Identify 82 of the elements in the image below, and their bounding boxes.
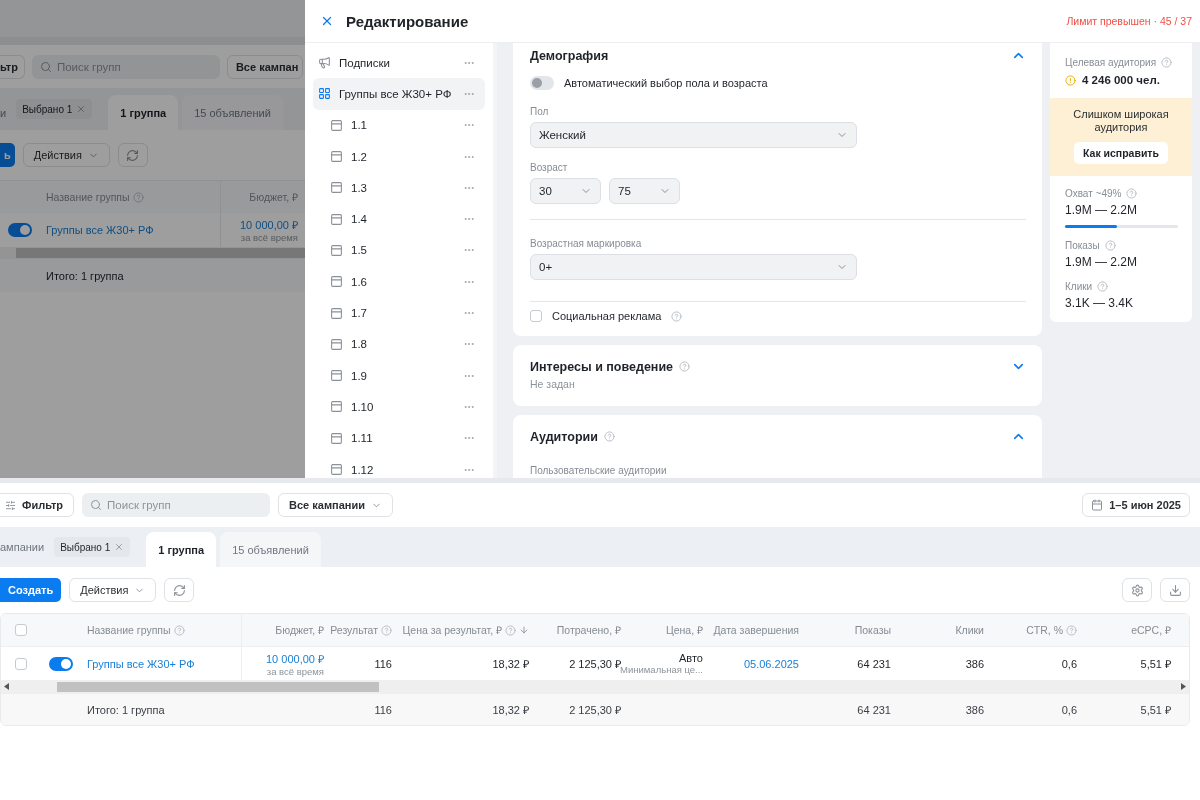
actions-button[interactable]: Действия — [69, 578, 157, 602]
gender-select[interactable]: Женский — [530, 122, 857, 148]
forecast-title: Целевая аудитория — [1065, 57, 1157, 68]
tree-item[interactable]: 1.11 — [313, 422, 485, 454]
fix-button[interactable]: Как исправить — [1074, 142, 1168, 165]
search-field[interactable]: Поиск групп — [31, 54, 220, 79]
section-title: Демография — [530, 48, 609, 63]
tree-item[interactable]: 1.12 — [313, 453, 485, 478]
tree-item[interactable]: 1.2 — [313, 140, 485, 173]
tree-item[interactable]: 1.8 — [313, 328, 485, 360]
filter-button[interactable]: ьтр — [0, 54, 25, 79]
tree-item[interactable]: 1.3 — [313, 172, 485, 204]
table-cell: 116 — [374, 657, 392, 670]
tree-item[interactable]: 1.5 — [313, 234, 485, 267]
chip-label: Выбрано 1 — [60, 541, 111, 553]
table-cell: 386 — [965, 657, 984, 670]
table-cell-text: 18,32 ₽ — [492, 657, 529, 671]
campaign-select[interactable]: Все кампан — [226, 54, 304, 79]
panel-title: Редактирование — [346, 12, 470, 30]
subsection-label: Пользовательские аудитории — [530, 465, 667, 476]
table-cell: 64 231 — [857, 657, 891, 670]
column-header[interactable]: CTR, % — [991, 624, 1084, 636]
cell-note: за всё время — [240, 232, 298, 243]
tab[interactable]: 1 группа — [146, 532, 217, 567]
search-field[interactable]: Поиск групп — [82, 493, 271, 517]
field-label: Пол — [530, 106, 550, 117]
limit-warning: Лимит превышен · 45 / 37 — [1066, 15, 1192, 27]
tree-item[interactable]: 1.4 — [313, 203, 485, 235]
group-name-link[interactable]: Группы все Ж30+ РФ — [87, 657, 195, 670]
cell-note: за всё время — [266, 665, 324, 677]
age-to-select[interactable]: 75 — [609, 178, 680, 204]
total-cell-text: 2 125,30 ₽ — [569, 703, 621, 717]
total-cell-text: 5,51 ₽ — [1140, 703, 1171, 717]
filter-button[interactable]: Фильтр — [0, 493, 75, 517]
cell-link[interactable]: 05.06.2025 — [743, 657, 799, 670]
cell-note: Минимальная це... — [620, 664, 703, 675]
tree-item[interactable]: Подписки — [313, 47, 485, 79]
age-marking-select[interactable]: 0+ — [530, 254, 857, 280]
campaign-select[interactable]: Все кампании — [278, 493, 393, 517]
table-cell-text: 2 125,30 ₽ — [569, 657, 621, 670]
total-cell: 64 231 — [857, 703, 891, 716]
tab[interactable]: 1 группа — [108, 95, 179, 130]
cell-link[interactable]: 10 000,00 ₽ — [266, 650, 324, 666]
tree-item[interactable]: 1.1 — [313, 109, 485, 141]
tree-item[interactable]: 1.7 — [313, 297, 485, 329]
total-cell-text: 18,32 ₽ — [492, 703, 529, 717]
section-title: Интересы и поведение — [530, 359, 674, 374]
audience-size: 4 246 000 чел. — [1082, 74, 1160, 86]
age-from-select[interactable]: 30 — [530, 178, 601, 204]
column-header: Название группы — [40, 191, 220, 203]
total-cell: 0,6 — [1061, 703, 1077, 716]
metric-value: 3.1K — 3.4K — [1065, 296, 1135, 311]
tab[interactable]: 15 объявлений — [220, 532, 321, 567]
total-cell: 116 — [374, 703, 392, 716]
warning-text: Слишком широкая аудитория — [1072, 108, 1170, 135]
metric-value: 1.9M — 2.2M — [1065, 203, 1139, 218]
table-cell: Авто — [679, 652, 703, 664]
field-label: Возрастная маркировка — [530, 238, 643, 249]
table-cell-text: 5,51 ₽ — [1140, 657, 1171, 671]
field-label: Возраст — [530, 162, 569, 173]
tree-item[interactable]: 1.10 — [313, 391, 485, 423]
total-label: Итого: 1 группа — [87, 703, 165, 716]
total-label: Итого: 1 группа — [46, 269, 124, 282]
tree-item[interactable]: 1.6 — [313, 266, 485, 298]
tree-item[interactable]: 1.9 — [313, 359, 485, 392]
metric-label: Клики — [1065, 281, 1093, 293]
checkbox-label: Социальная реклама — [552, 310, 662, 322]
create-button[interactable]: Создать — [0, 578, 62, 602]
section-summary: Не задан — [530, 378, 575, 390]
table-cell: 0,6 — [1061, 657, 1077, 670]
column-header[interactable]: Название группы — [81, 624, 241, 636]
total-cell: 386 — [965, 703, 984, 716]
metric-value: 1.9M — 2.2M — [1065, 255, 1139, 270]
actions-button[interactable]: Действия — [22, 143, 110, 167]
tab[interactable]: ампании — [0, 532, 51, 562]
date-range-button[interactable]: 1–5 июн 2025 — [1082, 493, 1190, 517]
tree-item[interactable]: Группы все Ж30+ РФ — [313, 78, 485, 110]
metric-label: Охват ~49% — [1065, 188, 1122, 200]
section-title: Аудитории — [530, 429, 598, 444]
chip-label: Выбрано 1 — [22, 103, 73, 115]
toggle-label: Автоматический выбор пола и возраста — [564, 77, 768, 89]
metric-label: Показы — [1065, 240, 1100, 252]
